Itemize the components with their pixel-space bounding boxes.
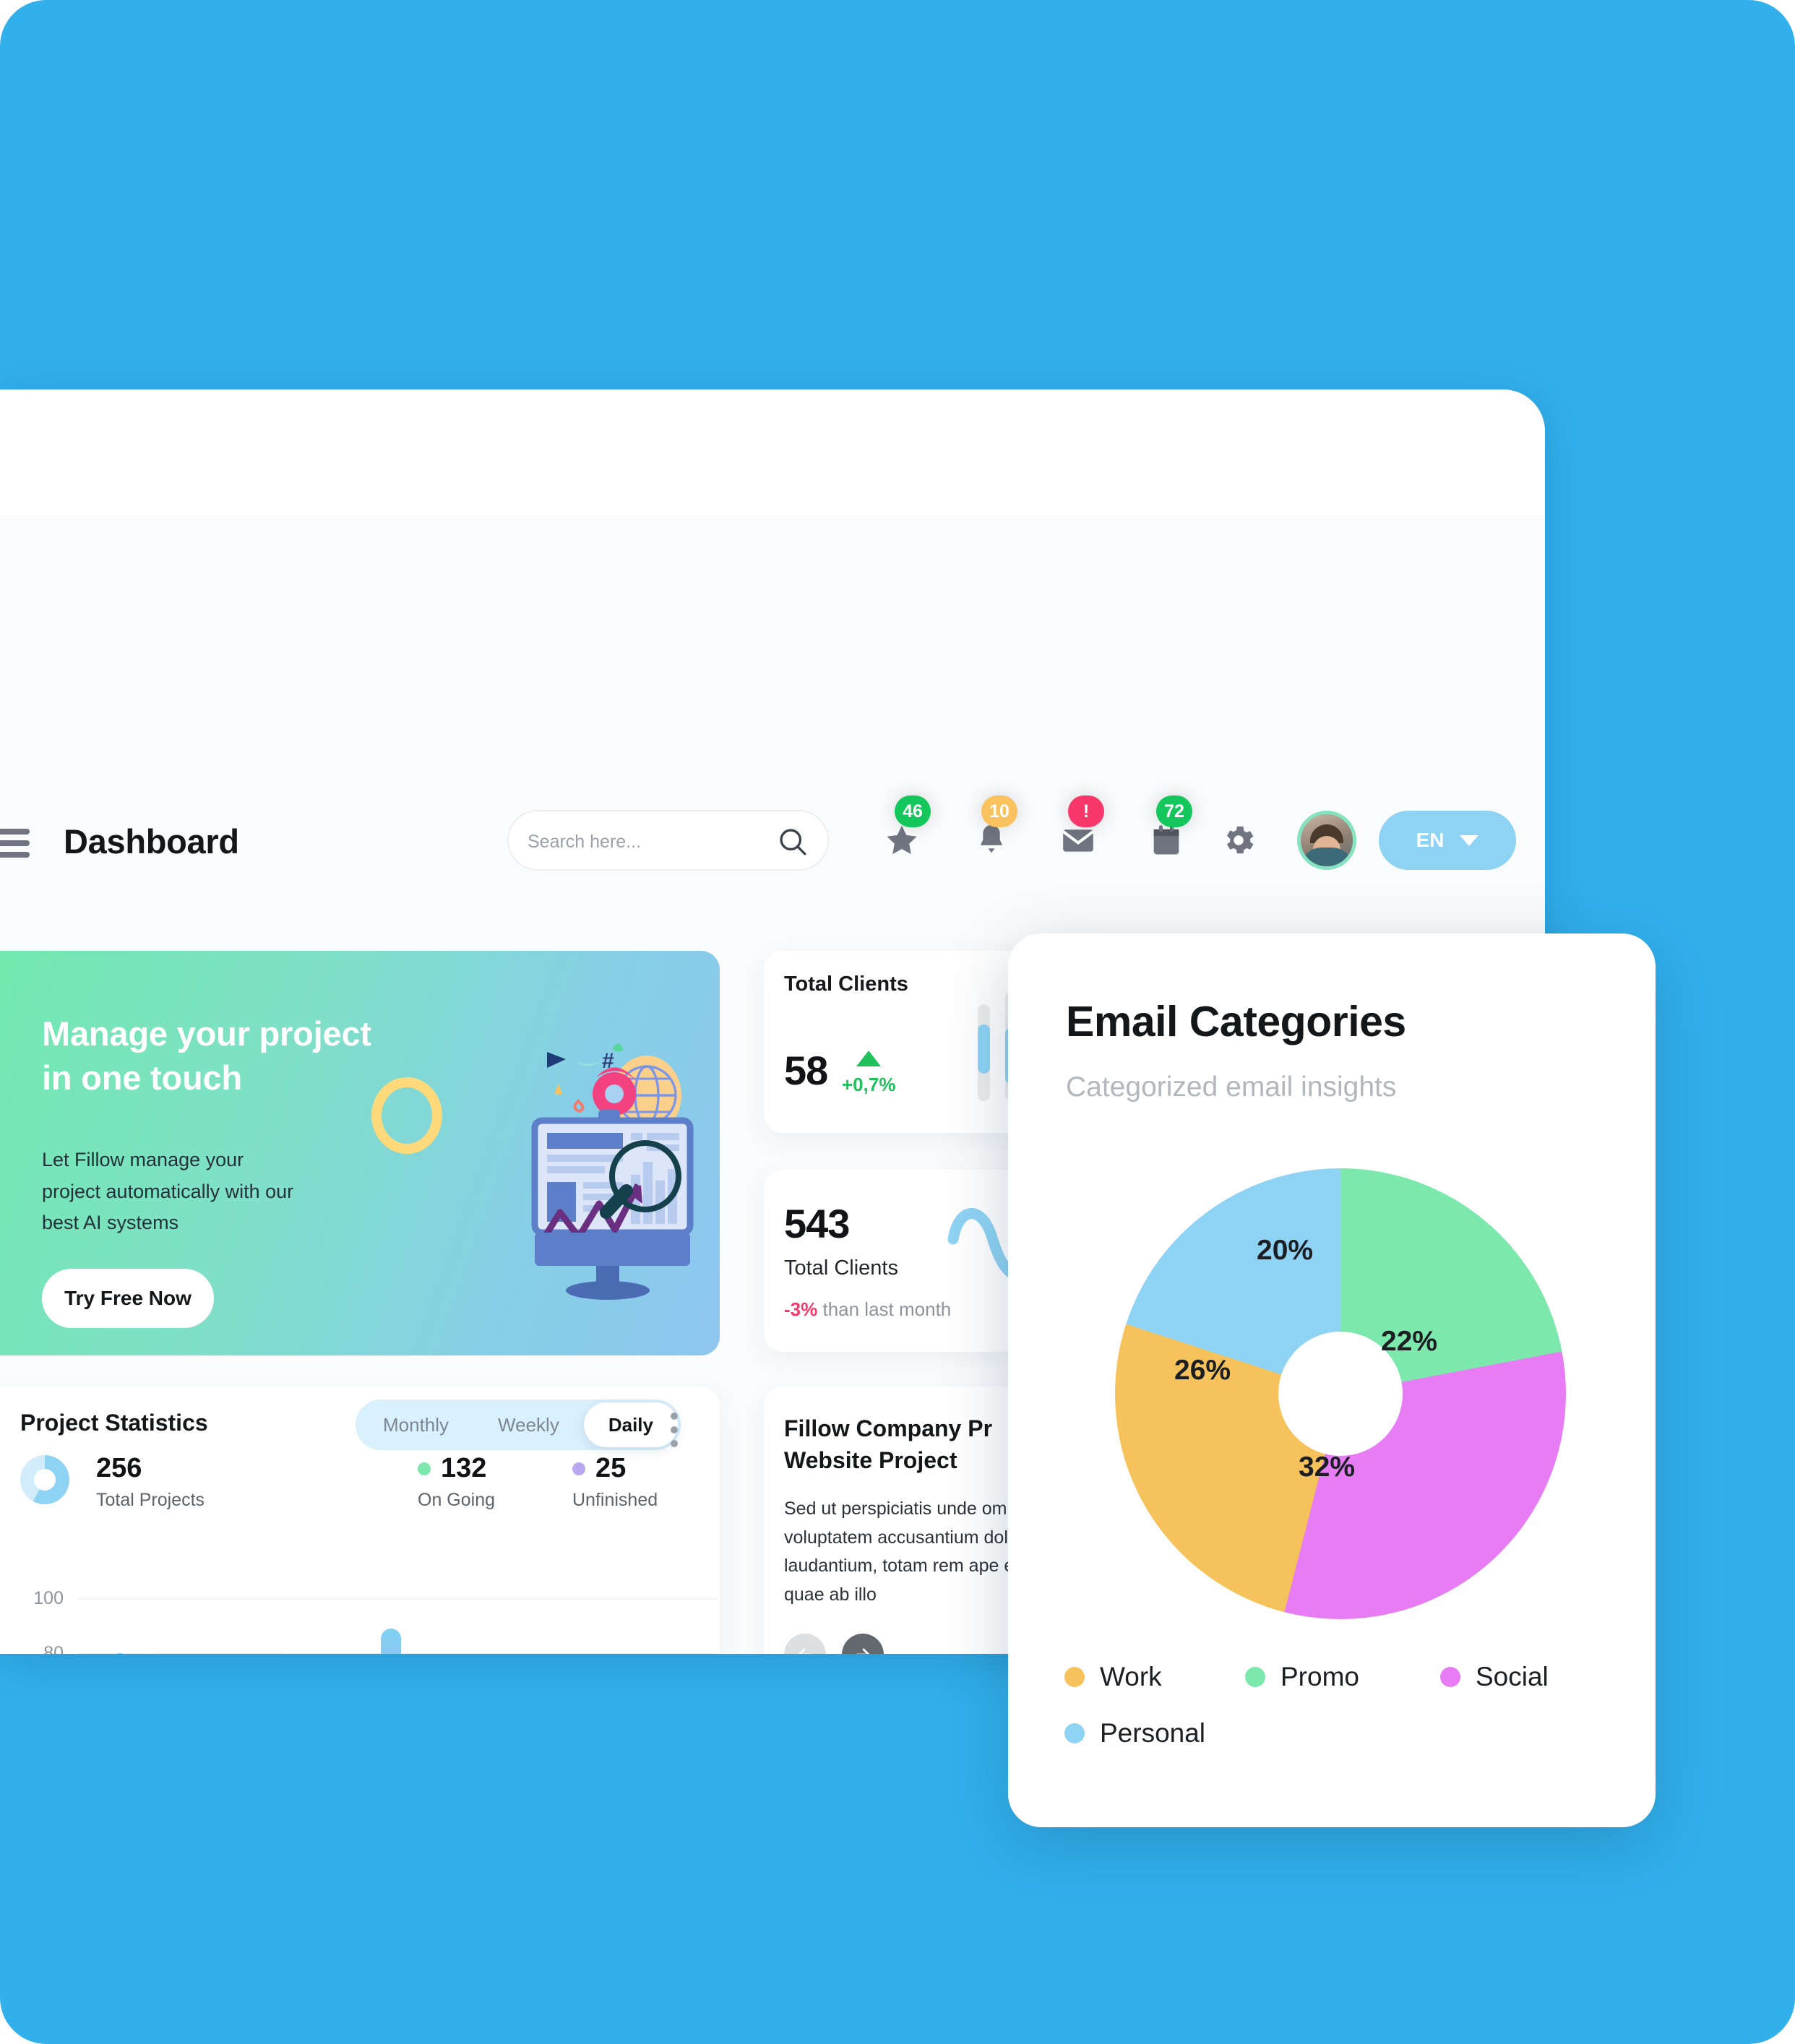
legend-item-social[interactable]: Social — [1440, 1662, 1549, 1692]
unfinished-caption: Unfinished — [572, 1490, 658, 1510]
range-tab-daily[interactable]: Daily — [583, 1402, 678, 1447]
range-tab-monthly[interactable]: Monthly — [358, 1402, 473, 1447]
legend-label-work: Work — [1100, 1662, 1162, 1691]
email-categories-modal: Email Categories Categorized email insig… — [1008, 933, 1656, 1827]
range-segmented-control[interactable]: Monthly Weekly Daily — [356, 1400, 681, 1450]
total-projects-stat: 256 Total Projects — [96, 1453, 205, 1511]
language-label: EN — [1416, 829, 1445, 851]
legend-label-personal: Personal — [1100, 1718, 1206, 1748]
fillow-carousel-nav — [784, 1634, 884, 1654]
legend-label-social: Social — [1476, 1662, 1549, 1691]
slice-label-personal: 20% — [1257, 1235, 1314, 1266]
on-going-stat: 132 On Going — [418, 1453, 495, 1511]
clients-543-label: Total Clients — [784, 1256, 898, 1280]
legend-dot-social — [1440, 1667, 1460, 1687]
gear-icon[interactable] — [1220, 822, 1257, 859]
promo-banner: Manage your project in one touch # Let F… — [0, 951, 720, 1355]
modal-subtitle: Categorized email insights — [1066, 1071, 1397, 1103]
clients-543-delta-text: than last month — [817, 1298, 952, 1320]
legend-dot-promo — [1245, 1667, 1265, 1687]
clients-543-delta-row: -3% than last month — [784, 1298, 951, 1321]
legend-label-promo: Promo — [1280, 1662, 1359, 1691]
email-categories-pie-chart: 22% 32% 26% 20% — [1115, 1168, 1566, 1619]
total-clients-delta: +0,7% — [842, 1074, 896, 1095]
legend-dot-work — [1064, 1667, 1085, 1687]
search-icon[interactable] — [777, 826, 809, 858]
clients-543-delta: -3% — [784, 1298, 818, 1320]
on-going-value: 132 — [441, 1453, 487, 1483]
legend-row-1: Work Promo Social — [1064, 1662, 1614, 1692]
legend-item-work[interactable]: Work — [1064, 1662, 1245, 1692]
total-clients-value: 58 — [784, 1048, 828, 1093]
bar-sunday-unfinished[interactable] — [110, 1653, 130, 1654]
mail-icon[interactable] — [1059, 822, 1097, 859]
unfinished-value: 25 — [595, 1453, 627, 1483]
legend-item-personal[interactable]: Personal — [1064, 1718, 1205, 1748]
bell-badge: 10 — [981, 795, 1017, 827]
unfinished-stat: 25 Unfinished — [572, 1453, 658, 1511]
chevron-down-icon — [1460, 835, 1479, 846]
on-going-dot — [418, 1462, 431, 1475]
page-title: Dashboard — [64, 822, 239, 861]
clients-543-value: 543 — [784, 1201, 850, 1246]
on-going-caption: On Going — [418, 1490, 496, 1510]
language-selector[interactable]: EN — [1379, 811, 1516, 870]
slice-label-social: 32% — [1299, 1452, 1356, 1483]
total-projects-value: 256 — [96, 1453, 142, 1483]
try-free-now-button[interactable]: Try Free Now — [42, 1269, 214, 1328]
trend-up-icon — [856, 1051, 881, 1066]
slice-label-promo: 22% — [1381, 1326, 1438, 1357]
analytics-illustration: # — [371, 1043, 694, 1300]
project-statistics-title: Project Statistics — [20, 1410, 208, 1436]
more-vertical-icon[interactable] — [671, 1413, 678, 1454]
bars-layer — [0, 1598, 720, 1654]
modal-title: Email Categories — [1066, 998, 1406, 1045]
total-clients-label: Total Clients — [784, 973, 908, 996]
page-canvas: Dashboard 46 10 ! — [0, 0, 1795, 2044]
pie-slices[interactable] — [1115, 1168, 1566, 1619]
legend-row-2: Personal — [1064, 1718, 1614, 1748]
total-projects-donut — [20, 1455, 69, 1504]
hamburger-icon[interactable] — [0, 829, 31, 858]
calendar-badge: 72 — [1156, 795, 1192, 827]
promo-description: Let Fillow manage your project automatic… — [42, 1149, 294, 1234]
arrow-right-icon[interactable] — [842, 1634, 884, 1654]
slice-label-work: 26% — [1174, 1355, 1231, 1386]
bell-icon[interactable] — [973, 822, 1010, 859]
total-projects-caption: Total Projects — [96, 1490, 205, 1510]
project-statistics-bar-chart: 100 80 60 40 20 0 — [0, 1585, 720, 1654]
avatar[interactable] — [1297, 811, 1356, 870]
star-badge: 46 — [895, 795, 931, 827]
search-box[interactable] — [507, 810, 829, 872]
legend-item-promo[interactable]: Promo — [1245, 1662, 1440, 1692]
arrow-left-icon[interactable] — [784, 1634, 826, 1654]
top-bar — [0, 389, 1545, 515]
modal-legend: Work Promo Social Personal — [1064, 1662, 1614, 1775]
mail-badge: ! — [1068, 795, 1104, 827]
bar-wednesday-unfinished[interactable] — [381, 1629, 401, 1654]
avatar-shirt — [1301, 848, 1353, 866]
unfinished-dot — [572, 1462, 585, 1475]
range-tab-weekly[interactable]: Weekly — [473, 1402, 584, 1447]
search-input[interactable] — [528, 811, 766, 872]
calendar-icon[interactable] — [1148, 822, 1185, 859]
legend-dot-personal — [1064, 1723, 1085, 1743]
